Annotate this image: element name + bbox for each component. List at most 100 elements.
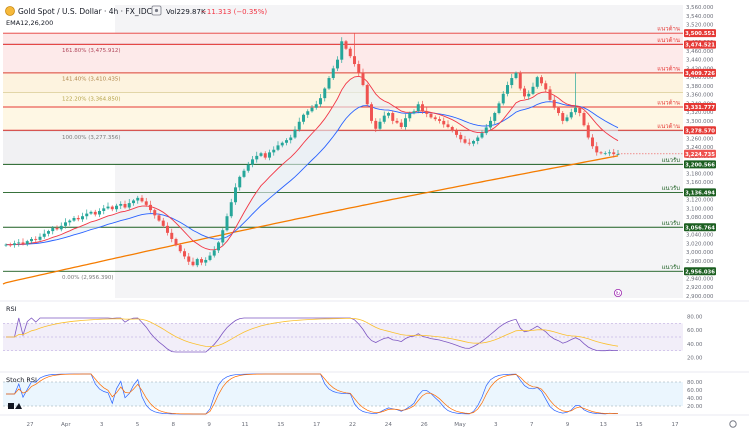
candle-body [569, 112, 573, 118]
candle-body [336, 59, 339, 69]
resistance-label: แนวต้าน [657, 99, 680, 106]
candle-body [357, 64, 361, 73]
price-tick-label: 3,460.000 [686, 49, 714, 55]
time-tick-label: 24 [385, 422, 393, 428]
stoch-pane-label: Stoch RSI [6, 376, 37, 384]
candle-body [497, 103, 501, 114]
candle-body [331, 68, 335, 79]
stoch-band [3, 382, 683, 406]
stoch-tick-label: 20.00 [687, 404, 703, 410]
candle-body [234, 187, 237, 203]
price-tick-label: 3,000.000 [686, 250, 714, 256]
stoch-tick-label: 80.00 [687, 380, 703, 386]
candle-body [365, 85, 369, 105]
candle-body [608, 152, 611, 154]
candle-body [127, 203, 131, 208]
candle-body [429, 113, 433, 118]
symbol-title[interactable]: Gold Spot / U.S. Dollar · 4h · FX_IDC [18, 7, 152, 16]
candle-body [374, 120, 378, 129]
candle-body [263, 153, 267, 158]
stoch-tick-label: 60.00 [687, 388, 703, 394]
candle-body [76, 217, 80, 220]
price-tag-label: 3,278.570 [685, 128, 715, 134]
price-tick-label: 3,560.000 [686, 5, 714, 11]
ema-legend[interactable]: EMA12,26,200 [6, 19, 53, 27]
candle-body [382, 115, 386, 122]
candle-body [280, 142, 284, 146]
time-tick-label: 26 [421, 422, 429, 428]
candle-body [149, 204, 152, 211]
resistance-label: แนวต้าน [657, 65, 680, 72]
svg-text:↻: ↻ [616, 291, 621, 297]
candle-body [34, 238, 38, 240]
candle-body [42, 233, 46, 237]
candle-body [59, 225, 63, 230]
candle-body [106, 206, 110, 209]
candle-body [276, 145, 280, 150]
price-tick-label: 3,040.000 [686, 233, 714, 239]
time-tick-label: 3 [494, 422, 498, 428]
price-tag-label: 3,200.566 [685, 162, 715, 168]
candle-body [195, 259, 199, 266]
fib-label: 122.20% (3,364.850) [62, 97, 121, 103]
candle-body [72, 217, 76, 221]
candle-body [229, 202, 233, 217]
candle-body [459, 134, 463, 140]
candle-body [399, 122, 403, 128]
support-label: แนวรับ [662, 157, 681, 164]
candle-body [480, 133, 484, 138]
candle-body [93, 211, 97, 215]
candle-body [89, 211, 93, 214]
candle-body [153, 210, 157, 216]
candle-body [612, 152, 616, 155]
candle-body [187, 256, 191, 262]
time-tick-label: 5 [136, 422, 140, 428]
candle-body [463, 139, 467, 143]
candle-body [238, 176, 242, 188]
stoch-tick-label: 40.00 [687, 396, 703, 402]
candle-body [518, 72, 522, 89]
chart-app: 161.80% (3,475.912) 141.40% (3,410.435) 12… [0, 0, 749, 434]
candle-body [472, 141, 475, 144]
candle-body [378, 121, 382, 129]
candle-body [548, 89, 552, 100]
time-tick-label: 9 [207, 422, 211, 428]
time-tick-label: 22 [349, 422, 356, 428]
price-tag-label: 3,500.551 [685, 31, 715, 37]
candle-body [442, 120, 446, 125]
candle-body [136, 197, 140, 201]
candle-body [268, 152, 271, 158]
support-label: แนวรับ [662, 264, 681, 271]
candle-body [544, 83, 548, 90]
candle-body [370, 104, 373, 121]
candle-body [344, 41, 348, 49]
candle-body [204, 259, 208, 263]
resistance-label: แนวต้าน [657, 123, 680, 130]
candle-body [523, 88, 526, 97]
time-tick-label: 3 [100, 422, 104, 428]
candle-body [272, 149, 276, 153]
rsi-tick-label: 20.00 [687, 355, 703, 361]
candle-body [438, 119, 441, 121]
candle-body [144, 201, 148, 205]
price-tick-label: 3,100.000 [686, 206, 714, 212]
candle-body [527, 93, 531, 97]
candle-body [8, 244, 12, 246]
price-tick-label: 3,440.000 [686, 58, 714, 64]
candle-body [285, 140, 288, 143]
candle-body [510, 78, 514, 86]
candle-body [514, 72, 518, 79]
price-tick-label: 3,520.000 [686, 23, 714, 29]
candle-body [404, 118, 407, 128]
candle-body [361, 72, 365, 86]
candle-body [212, 250, 216, 256]
time-tick-label: Apr [61, 422, 71, 428]
price-tag-label: 3,474.521 [685, 43, 715, 49]
candle-body [595, 146, 599, 153]
candle-body [391, 113, 395, 121]
candle-body [591, 137, 594, 147]
volume-value: Vol229.87K [166, 8, 206, 16]
time-tick-label: 15 [636, 422, 644, 428]
candle-body [557, 107, 560, 114]
resistance-label: แนวต้าน [657, 26, 680, 33]
